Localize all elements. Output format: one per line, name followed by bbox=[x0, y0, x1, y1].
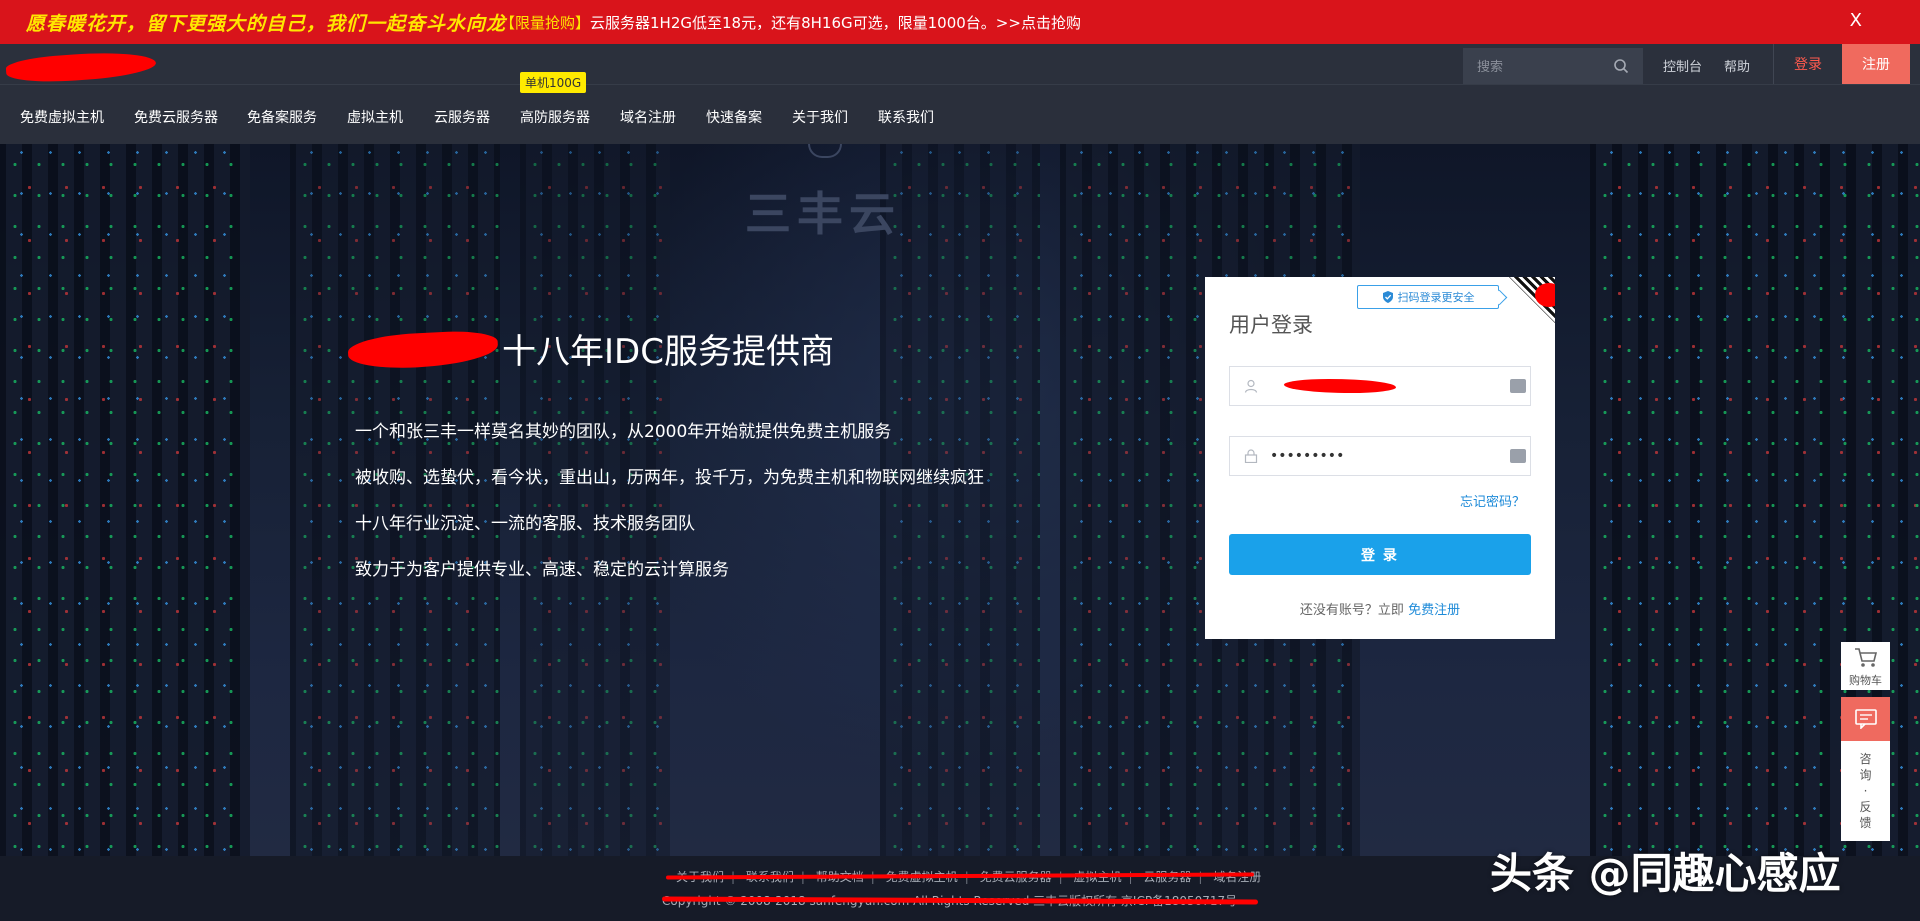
promo-banner[interactable]: 愿春暖花开，留下更强大的自己，我们一起奋斗水向龙 【限量抢购】云服务器1H2G低… bbox=[0, 0, 1920, 44]
login-button[interactable]: 登录 bbox=[1774, 44, 1842, 84]
feedback-char: 馈 bbox=[1859, 816, 1872, 830]
nav-item-about[interactable]: 关于我们 bbox=[792, 107, 848, 127]
main-nav: 免费虚拟主机 免费云服务器 免备案服务 虚拟主机 云服务器 高防服务器 域名注册… bbox=[0, 84, 1920, 144]
qr-tip-text: 扫码登录更安全 bbox=[1397, 291, 1475, 304]
cart-button[interactable]: 购物车 bbox=[1841, 642, 1890, 690]
hero-banner: 三丰云 bbox=[0, 144, 1920, 856]
qr-login-tip[interactable]: 扫码登录更安全 bbox=[1357, 285, 1499, 309]
hero-line: 被收购、选蛰伏，看今状，重出山，历两年，投千万，为免费主机和物联网继续疯狂 bbox=[355, 468, 984, 488]
nav-item-cloud-server[interactable]: 云服务器 bbox=[434, 107, 490, 127]
wall-brand-text: 三丰云 bbox=[745, 187, 901, 241]
nav-item-filing[interactable]: 快速备案 bbox=[706, 107, 762, 127]
nav-item-free-cloud-server[interactable]: 免费云服务器 bbox=[134, 107, 218, 127]
promo-text: 云服务器1H2G低至18元，还有8H16G可选，限量1000台。>>点击抢购 bbox=[590, 13, 1081, 32]
server-rack bbox=[880, 144, 1040, 856]
search-icon[interactable] bbox=[1613, 58, 1629, 74]
promo-slogan: 愿春暖花开，留下更强大的自己，我们一起奋斗水向龙 bbox=[26, 12, 507, 35]
feedback-char: 咨 bbox=[1859, 752, 1872, 766]
register-button[interactable]: 注册 bbox=[1842, 44, 1910, 84]
login-submit-button[interactable]: 登 录 bbox=[1229, 534, 1531, 575]
feedback-char: 反 bbox=[1859, 800, 1872, 814]
close-icon[interactable]: X bbox=[1850, 10, 1862, 31]
feedback-button[interactable]: 咨 询 · 反 馈 bbox=[1841, 741, 1890, 841]
watermark-text: 头条 @同趣心感应 bbox=[1490, 849, 1841, 898]
password-value: ••••••••• bbox=[1270, 448, 1345, 464]
help-link[interactable]: 帮助 bbox=[1724, 56, 1750, 75]
hero-line: 一个和张三丰一样莫名其妙的团队，从2000年开始就提供免费主机服务 bbox=[355, 422, 892, 442]
feedback-char: 询 bbox=[1859, 768, 1872, 782]
autofill-key-icon[interactable] bbox=[1510, 449, 1526, 463]
free-register-link[interactable]: 免费注册 bbox=[1408, 603, 1460, 618]
server-rack bbox=[0, 144, 250, 856]
header-bar: 控制台 帮助 bbox=[0, 44, 1920, 86]
nav-item-contact[interactable]: 联系我们 bbox=[878, 107, 934, 127]
hero-line: 十八年行业沉淀、一流的客服、技术服务团队 bbox=[355, 514, 695, 534]
password-field[interactable]: ••••••••• bbox=[1229, 436, 1531, 476]
nav-item-no-filing[interactable]: 免备案服务 bbox=[247, 107, 317, 127]
nav-item-virtual-host[interactable]: 虚拟主机 bbox=[347, 107, 403, 127]
nav-item-domain[interactable]: 域名注册 bbox=[620, 107, 676, 127]
login-title: 用户登录 bbox=[1229, 313, 1313, 337]
qr-code-icon[interactable] bbox=[1509, 277, 1555, 323]
forgot-password-link[interactable]: 忘记密码？ bbox=[1460, 491, 1525, 510]
hero-title: 十八年IDC服务提供商 bbox=[347, 324, 834, 373]
search-box[interactable] bbox=[1463, 48, 1643, 84]
console-link[interactable]: 控制台 bbox=[1663, 56, 1702, 75]
redaction-mark bbox=[5, 48, 157, 86]
cart-label: 购物车 bbox=[1849, 674, 1882, 687]
feedback-char: · bbox=[1863, 784, 1868, 798]
login-panel: 扫码登录更安全 用户登录 ••••••••• 忘记密码？ 登 录 还没有账号？立… bbox=[1205, 277, 1555, 639]
chat-icon bbox=[1854, 709, 1877, 729]
register-prompt: 还没有账号？立即 免费注册 bbox=[1205, 599, 1555, 618]
promo-tag: 【限量抢购】 bbox=[500, 13, 591, 32]
hero-title-text: 十八年IDC服务提供商 bbox=[502, 332, 834, 372]
server-rack bbox=[290, 144, 500, 856]
nav-item-ddos-server[interactable]: 高防服务器 bbox=[520, 107, 590, 127]
chat-button[interactable] bbox=[1841, 697, 1890, 741]
username-field[interactable] bbox=[1229, 366, 1531, 406]
shield-icon bbox=[1382, 291, 1393, 303]
hero-line: 致力于为客户提供专业、高速、稳定的云计算服务 bbox=[355, 560, 729, 580]
search-input[interactable] bbox=[1477, 58, 1617, 74]
nav-badge: 单机100G bbox=[520, 72, 587, 93]
redaction-mark bbox=[1284, 379, 1396, 393]
wall-logo-icon bbox=[808, 144, 842, 158]
promo-link[interactable]: 【限量抢购】云服务器1H2G低至18元，还有8H16G可选，限量1000台。>>… bbox=[500, 12, 1081, 33]
cart-icon bbox=[1854, 648, 1877, 667]
autofill-key-icon[interactable] bbox=[1510, 379, 1526, 393]
server-rack bbox=[520, 144, 670, 856]
no-account-text: 还没有账号？立即 bbox=[1299, 603, 1409, 618]
lock-icon bbox=[1244, 449, 1258, 463]
user-icon bbox=[1244, 379, 1258, 393]
nav-item-free-virtual-host[interactable]: 免费虚拟主机 bbox=[20, 107, 104, 127]
redaction-mark bbox=[347, 328, 499, 371]
site-logo[interactable] bbox=[5, 48, 166, 86]
